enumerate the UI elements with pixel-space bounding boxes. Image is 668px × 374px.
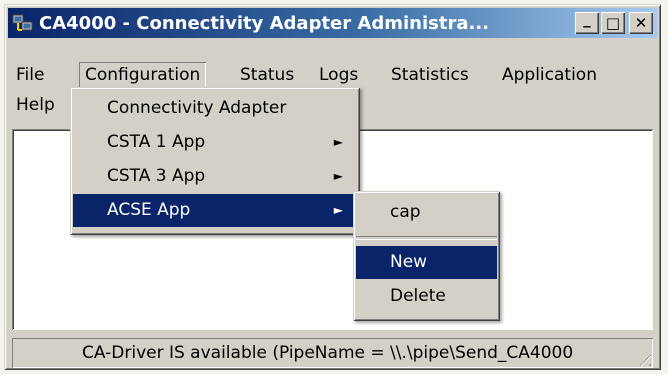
menu-configuration[interactable]: Configuration xyxy=(79,62,206,88)
menu-item-acse-app[interactable]: ACSE App ► xyxy=(73,194,357,227)
window-title: CA4000 - Connectivity Adapter Administra… xyxy=(39,12,489,34)
submenu-arrow-icon: ► xyxy=(333,203,343,217)
minimize-button[interactable]: _ xyxy=(575,10,599,34)
menu-file[interactable]: File xyxy=(10,62,50,88)
menu-item-label: ACSE App xyxy=(107,200,191,220)
minimize-icon: _ xyxy=(583,10,591,28)
menu-item-csta3-app[interactable]: CSTA 3 App ► xyxy=(73,160,357,193)
menu-item-label: New xyxy=(390,252,428,272)
resize-grip-icon[interactable] xyxy=(633,348,651,366)
menu-logs[interactable]: Logs xyxy=(313,62,364,88)
menu-item-label: CSTA 1 App xyxy=(107,132,206,152)
menu-statistics[interactable]: Statistics xyxy=(385,62,475,88)
menu-separator xyxy=(356,236,497,240)
menu-item-label: cap xyxy=(390,202,421,222)
status-text: CA-Driver IS available (PipeName = \\.\p… xyxy=(82,343,574,363)
menu-application[interactable]: Application xyxy=(496,62,603,88)
close-icon: ✕ xyxy=(634,14,648,32)
menu-item-label: Connectivity Adapter xyxy=(107,98,287,118)
submenu-item-new[interactable]: New xyxy=(356,246,497,279)
maximize-icon: □ xyxy=(605,14,621,32)
menu-item-label: CSTA 3 App xyxy=(107,166,206,186)
configuration-dropdown: Connectivity Adapter CSTA 1 App ► CSTA 3… xyxy=(70,87,360,235)
menu-item-connectivity-adapter[interactable]: Connectivity Adapter xyxy=(73,92,357,125)
maximize-button[interactable]: □ xyxy=(601,12,625,34)
title-bar[interactable]: CA4000 - Connectivity Adapter Administra… xyxy=(8,8,657,38)
menu-item-csta1-app[interactable]: CSTA 1 App ► xyxy=(73,126,357,159)
acse-app-submenu: cap New Delete xyxy=(353,191,500,321)
status-bar: CA-Driver IS available (PipeName = \\.\p… xyxy=(12,338,653,368)
submenu-item-cap[interactable]: cap xyxy=(356,196,497,229)
close-button[interactable]: ✕ xyxy=(629,12,653,34)
menu-item-label: Delete xyxy=(390,286,446,306)
submenu-arrow-icon: ► xyxy=(333,135,343,149)
menu-status[interactable]: Status xyxy=(234,62,300,88)
submenu-item-delete[interactable]: Delete xyxy=(356,280,497,313)
network-computer-icon[interactable] xyxy=(12,13,34,33)
submenu-arrow-icon: ► xyxy=(333,169,343,183)
menu-help[interactable]: Help xyxy=(10,92,61,118)
